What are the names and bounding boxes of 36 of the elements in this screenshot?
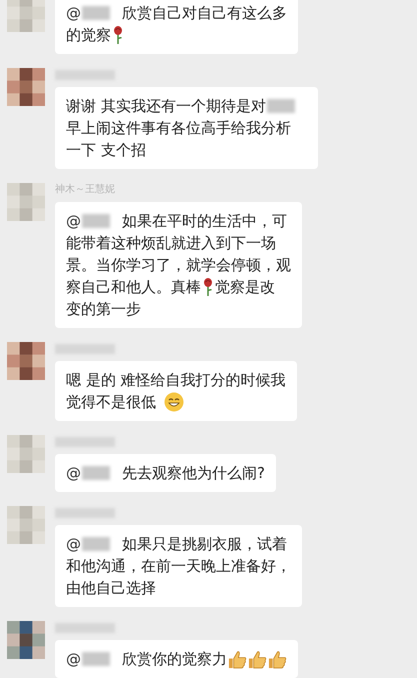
message-text: 由他自己选择 bbox=[66, 578, 156, 599]
mention-sign: @ bbox=[66, 3, 81, 24]
message-text: 察自己和他人。真棒 bbox=[66, 277, 201, 298]
message-text: 觉察是改 bbox=[215, 277, 275, 298]
message-text: 欣赏自己对自己有这么多 bbox=[122, 3, 287, 24]
blurred-name bbox=[82, 537, 110, 551]
message-text: 先去观察他为什么闹? bbox=[122, 463, 265, 484]
mention-sign: @ bbox=[66, 463, 81, 484]
message-text: 景。当你学习了，就学会停顿，观 bbox=[66, 255, 291, 276]
message-text: 和他沟通，在前一天晚上准备好， bbox=[66, 556, 291, 577]
message-text: 欣赏你的觉察力 bbox=[122, 649, 227, 670]
message-text: 的觉察 bbox=[66, 25, 111, 46]
message-text: 一下 支个招 bbox=[66, 140, 146, 161]
blurred-name bbox=[82, 6, 110, 20]
sender-name: 神木～王慧妮 bbox=[55, 183, 116, 197]
message-text: 嗯 是的 难怪给自我打分的时候我 bbox=[66, 370, 286, 391]
blurred-name bbox=[82, 652, 110, 666]
message-text: 如果只是挑剔衣服，试着 bbox=[122, 534, 287, 555]
thumbs-up-icon bbox=[248, 650, 267, 668]
mention-sign: @ bbox=[66, 649, 81, 670]
thumbs-up-icon bbox=[268, 650, 287, 668]
thumbs-up-icon bbox=[228, 650, 247, 668]
rose-icon bbox=[202, 277, 214, 297]
blurred-name bbox=[266, 99, 295, 113]
blurred-name bbox=[82, 466, 110, 480]
mention-sign: @ bbox=[66, 211, 81, 232]
message-text: 早上闹这件事有各位高手给我分析 bbox=[66, 118, 291, 139]
smile-icon bbox=[164, 392, 184, 412]
message-text: 如果在平时的生活中，可 bbox=[122, 211, 287, 232]
message-text: 觉得不是很低 bbox=[66, 392, 156, 413]
message-text: 能带着这种烦乱就进入到下一场 bbox=[66, 233, 276, 254]
mention-sign: @ bbox=[66, 534, 81, 555]
message-text: 变的第一步 bbox=[66, 299, 141, 320]
blurred-name bbox=[82, 214, 110, 228]
rose-icon bbox=[112, 25, 124, 45]
message-text: 谢谢 其实我还有一个期待是对 bbox=[66, 96, 266, 117]
